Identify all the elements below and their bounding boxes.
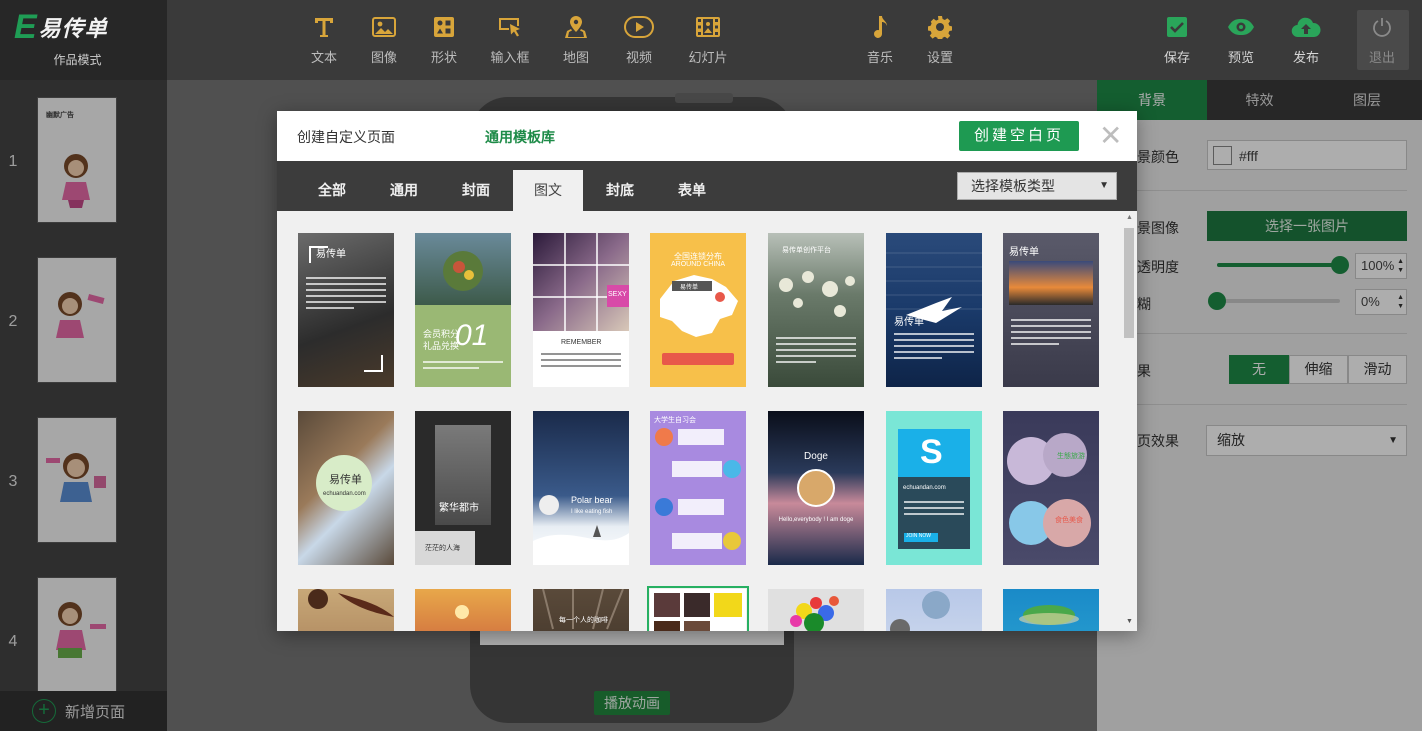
template-card[interactable]: 易传单 [298, 233, 394, 387]
cloud-upload-icon [1291, 17, 1321, 38]
portrait-photo [684, 593, 710, 617]
create-blank-page-button[interactable]: 创建空白页 [959, 121, 1079, 151]
category-all[interactable]: 全部 [302, 161, 362, 211]
template-card[interactable]: Polar bear I like eating fish [533, 411, 629, 565]
template-card[interactable] [1003, 589, 1099, 631]
template-card[interactable]: 全国连锁分布 AROUND CHINA 易传单 [650, 233, 746, 387]
logo-text: 易传单 [38, 16, 108, 41]
tab-template-library[interactable]: 通用模板库 [485, 127, 555, 147]
image-icon [372, 17, 396, 37]
template-card[interactable]: S echuandan.com JOIN NOW [886, 411, 982, 565]
scrollbar-thumb[interactable] [1124, 228, 1134, 338]
template-card[interactable] [768, 589, 864, 631]
power-icon [1373, 18, 1391, 37]
shape-icon [434, 17, 454, 37]
template-card[interactable] [886, 589, 982, 631]
template-type-select[interactable]: 选择模板类型 ▼ [957, 172, 1117, 200]
slideshow-tool-button[interactable]: 幻灯片 [678, 12, 738, 66]
category-form[interactable]: 表单 [662, 161, 722, 211]
shape-tool-button[interactable]: 形状 [414, 12, 474, 66]
template-card[interactable]: 生態旅游 食色美食 [1003, 411, 1099, 565]
template-grid: 易传单 会员积分 礼品兑换 01 SEXY REMEMBER 全国连锁分布 AR… [277, 211, 1122, 631]
template-card[interactable]: SEXY REMEMBER [533, 233, 629, 387]
sunset-photo [1009, 261, 1093, 305]
category-general[interactable]: 通用 [374, 161, 434, 211]
publish-button[interactable]: 发布 [1276, 12, 1336, 66]
portrait-photo [684, 621, 710, 631]
template-card[interactable]: 繁华都市 茫茫的人海 [415, 411, 511, 565]
map-tool-button[interactable]: 地图 [546, 12, 606, 66]
text-tool-button[interactable]: 文本 [294, 12, 354, 66]
category-image-text[interactable]: 图文 [513, 170, 583, 211]
image-tool-button[interactable]: 图像 [354, 12, 414, 66]
template-card[interactable]: 大学生自习会 [650, 411, 746, 565]
template-card[interactable]: 会员积分 礼品兑换 01 [415, 233, 511, 387]
globe-photo [890, 591, 950, 631]
top-toolbar: E 易传单 作品模式 文本 图像 形状 输入框 地图 视频 幻灯片 音乐 设置 [0, 0, 1422, 80]
template-card[interactable] [298, 589, 394, 631]
scroll-down-arrow-icon[interactable]: ▼ [1126, 618, 1133, 625]
text-icon [315, 18, 333, 37]
video-play-icon [624, 16, 654, 38]
close-icon[interactable]: ✕ [1099, 122, 1122, 150]
save-check-icon [1167, 17, 1187, 37]
template-card[interactable]: 易传单创作平台 [768, 233, 864, 387]
portrait-photo [654, 621, 680, 631]
portrait-photo [654, 593, 680, 617]
template-card[interactable]: 易传单 echuandan.com [298, 411, 394, 565]
input-tool-button[interactable]: 输入框 [480, 12, 540, 66]
tab-custom-page[interactable]: 创建自定义页面 [297, 127, 395, 147]
video-tool-button[interactable]: 视频 [609, 12, 669, 66]
sun-image [455, 605, 469, 619]
app-logo: E 易传单 [14, 8, 140, 46]
input-box-icon [499, 18, 520, 37]
balloons-image [790, 596, 839, 631]
doge-avatar [797, 469, 835, 507]
category-cover[interactable]: 封面 [446, 161, 506, 211]
logo-area: E 易传单 作品模式 [0, 0, 167, 80]
scroll-up-arrow-icon[interactable]: ▲ [1126, 214, 1133, 221]
polar-bear-image [533, 495, 629, 565]
preview-button[interactable]: 预览 [1211, 12, 1271, 66]
template-card[interactable] [415, 589, 511, 631]
dropdown-arrow-icon: ▼ [1099, 180, 1109, 191]
template-modal: 创建自定义页面 通用模板库 创建空白页 ✕ 全部 通用 封面 图文 封底 表单 … [277, 111, 1137, 631]
template-card[interactable]: Doge Hello,everybody ! I am doge [768, 411, 864, 565]
circle-photos-image [1007, 433, 1091, 547]
template-grid-scrollbar[interactable]: ▲ ▼ [1122, 211, 1137, 631]
map-icon [565, 16, 587, 38]
logo-letter: E [14, 8, 37, 46]
template-card[interactable]: 易传单 [1003, 233, 1099, 387]
gear-icon [928, 16, 952, 39]
chat-bubbles-image [655, 428, 741, 550]
music-note-icon [874, 16, 887, 38]
exit-button-content: 退出 [1352, 12, 1412, 66]
category-back-cover[interactable]: 封底 [590, 161, 650, 211]
template-card-selected[interactable] [647, 586, 749, 631]
film-icon [696, 17, 720, 37]
eye-icon [1228, 19, 1254, 35]
template-card[interactable]: 易传单 [886, 233, 982, 387]
dandelion-photo [779, 271, 855, 317]
template-category-bar: 全部 通用 封面 图文 封底 表单 选择模板类型 ▼ [277, 161, 1137, 211]
seagull-ocean-image [886, 252, 982, 323]
quill-photo [308, 589, 394, 617]
mode-label: 作品模式 [53, 53, 102, 67]
island-photo [1019, 605, 1079, 625]
music-tool-button[interactable]: 音乐 [850, 12, 910, 66]
modal-header: 创建自定义页面 通用模板库 创建空白页 ✕ [277, 111, 1137, 161]
save-button[interactable]: 保存 [1147, 12, 1207, 66]
template-card[interactable]: 每一个人的咖啡 [533, 589, 629, 631]
food-photo [415, 233, 511, 305]
settings-tool-button[interactable]: 设置 [910, 12, 970, 66]
